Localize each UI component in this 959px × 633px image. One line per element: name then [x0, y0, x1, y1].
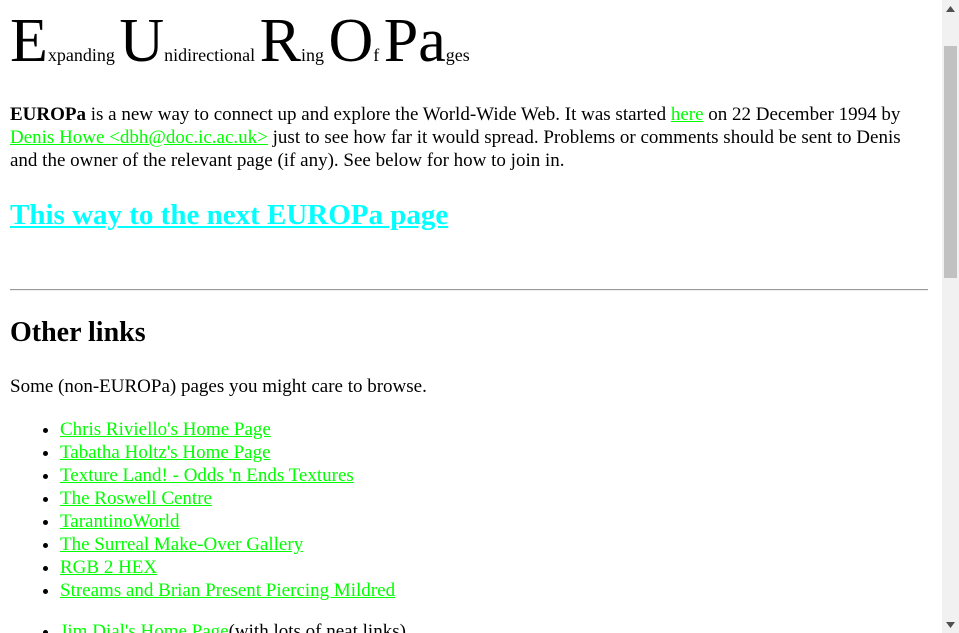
other-link[interactable]: Texture Land! - Odds 'n Ends Textures [60, 465, 354, 486]
title-word: ges [445, 45, 470, 65]
list-item: Streams and Brian Present Piercing Mildr… [60, 579, 395, 602]
title-word: nidirectional [164, 45, 260, 65]
other-links-list: Chris Riviello's Home Page Tabatha Holtz… [10, 418, 395, 602]
next-europa-page-link[interactable]: This way to the next EUROPa page [10, 199, 448, 231]
other-link[interactable]: The Roswell Centre [60, 488, 212, 509]
title-initial: E [10, 7, 48, 75]
intro-text-2: on 22 December 1994 by [703, 104, 901, 125]
author-email-link[interactable]: Denis Howe <dbh@doc.ic.ac.uk> [10, 127, 268, 148]
other-link[interactable]: TarantinoWorld [60, 511, 180, 532]
title-word: xpanding [47, 45, 120, 65]
intro-text-1: is a new way to connect up and explore t… [86, 104, 671, 125]
other-links-heading: Other links [10, 317, 146, 348]
other-link[interactable]: Streams and Brian Present Piercing Mildr… [60, 580, 395, 601]
list-item: Texture Land! - Odds 'n Ends Textures [60, 464, 395, 487]
title-initial: U [119, 7, 165, 75]
other-link[interactable]: Tabatha Holtz's Home Page [60, 442, 271, 463]
page-title: Expanding Unidirectional Ring Of Pages [10, 10, 470, 72]
title-word: ing [300, 45, 329, 65]
title-initial: O [328, 7, 374, 75]
list-item: Jim Dial's Home Page(with lots of neat l… [60, 620, 406, 633]
triangle-down-icon [946, 621, 955, 628]
vertical-scrollbar[interactable] [942, 0, 959, 633]
scroll-up-button[interactable] [942, 0, 959, 17]
list-item: TarantinoWorld [60, 510, 395, 533]
jim-dial-link[interactable]: Jim Dial's Home Page [60, 621, 229, 633]
scroll-down-button[interactable] [942, 616, 959, 633]
list-item: The Roswell Centre [60, 487, 395, 510]
intro-europa-bold: EUROPa [10, 104, 86, 125]
here-link[interactable]: here [671, 104, 704, 125]
other-link[interactable]: The Surreal Make-Over Gallery [60, 534, 303, 555]
list-item: Tabatha Holtz's Home Page [60, 441, 395, 464]
jim-dial-note: (with lots of neat links) [228, 621, 406, 633]
list-item: The Surreal Make-Over Gallery [60, 533, 395, 556]
next-europa-heading: This way to the next EUROPa page [10, 198, 448, 232]
other-link[interactable]: RGB 2 HEX [60, 557, 157, 578]
other-links-list-2: Jim Dial's Home Page(with lots of neat l… [10, 620, 406, 633]
title-initial: Pa [383, 7, 446, 75]
scroll-thumb[interactable] [944, 46, 957, 278]
intro-paragraph: EUROPa is a new way to connect up and ex… [10, 103, 928, 172]
page-viewport: Expanding Unidirectional Ring Of Pages E… [0, 0, 942, 633]
other-links-description: Some (non-EUROPa) pages you might care t… [10, 376, 427, 397]
horizontal-rule [10, 289, 928, 291]
list-item: Chris Riviello's Home Page [60, 418, 395, 441]
list-item: RGB 2 HEX [60, 556, 395, 579]
title-word: f [373, 45, 384, 65]
other-link[interactable]: Chris Riviello's Home Page [60, 419, 271, 440]
title-initial: R [259, 7, 301, 75]
triangle-up-icon [946, 5, 955, 12]
